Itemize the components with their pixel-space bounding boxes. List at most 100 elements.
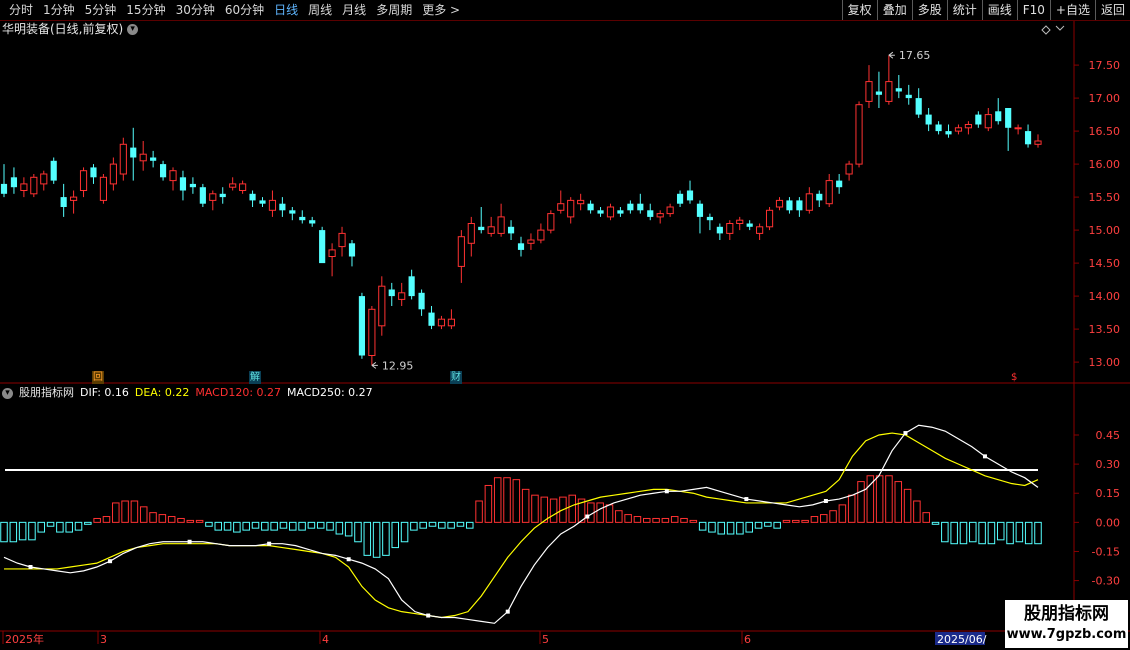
macd-bar xyxy=(93,517,101,523)
event-marker-1[interactable]: 解 xyxy=(249,371,261,384)
macd-bar xyxy=(167,516,176,523)
macd-bar xyxy=(9,521,18,543)
watermark: 股朋指标网 www.7gpzb.com xyxy=(1005,600,1128,648)
candle-body xyxy=(915,98,922,115)
candle-body xyxy=(816,193,823,201)
macd-bar xyxy=(130,500,139,523)
watermark-title: 股朋指标网 xyxy=(1024,604,1109,624)
macd-bar xyxy=(1006,521,1014,545)
macd-bar xyxy=(177,517,185,523)
candle-body xyxy=(975,114,982,125)
candle-body xyxy=(457,236,465,267)
macd-bar xyxy=(987,521,996,545)
stock-chart[interactable]: 13.00 13.50 14.00 14.50 15.00 15.50 16.00 16.50… xyxy=(0,0,1130,650)
macd-bar xyxy=(717,521,726,535)
event-marker-0[interactable]: 回 xyxy=(92,371,104,384)
macd-bar xyxy=(289,521,297,531)
macd-bar xyxy=(391,521,400,549)
macd-tick-label-2: 0.15 xyxy=(1096,487,1121,500)
candle-body xyxy=(845,163,853,175)
candle-body xyxy=(398,292,406,300)
macd-bar xyxy=(764,521,772,527)
candle-body xyxy=(109,163,117,185)
macd-bar xyxy=(456,521,465,527)
macd-bar xyxy=(838,504,847,523)
macd-bar xyxy=(84,521,92,525)
date-label-0: 2025年 xyxy=(5,632,44,646)
candle-body xyxy=(447,318,455,327)
event-marker-3[interactable]: $ xyxy=(1010,371,1018,384)
candle-body xyxy=(189,183,196,188)
candle-body xyxy=(20,183,28,191)
macd-bar xyxy=(959,521,968,545)
candle-body xyxy=(875,91,883,95)
macd-bar xyxy=(652,517,660,523)
candle-body xyxy=(746,223,753,227)
macd-bar xyxy=(261,521,269,531)
macd-tick-label-1: 0.30 xyxy=(1096,458,1121,471)
event-marker-2[interactable]: 财 xyxy=(450,371,462,384)
macd-bar xyxy=(74,521,83,531)
candle-body xyxy=(726,223,734,234)
candle-body xyxy=(119,143,127,175)
price-tick-label-1: 13.50 xyxy=(1089,323,1121,336)
candle-body xyxy=(527,239,535,244)
candle-body xyxy=(954,127,963,132)
price-tick-label-5: 15.50 xyxy=(1089,191,1121,204)
candle-body xyxy=(577,199,585,205)
candle-body xyxy=(169,170,177,182)
dif-line-dot xyxy=(426,613,431,618)
macd-bar xyxy=(782,519,791,523)
candle-body xyxy=(885,81,893,102)
candle-body xyxy=(825,180,833,205)
price-tick-label-8: 17.00 xyxy=(1089,92,1121,105)
date-label-4: 6 xyxy=(744,633,751,646)
macd-bar xyxy=(633,516,642,523)
dif-line-dot xyxy=(505,609,510,614)
dif-line-dot xyxy=(664,489,669,494)
candle-body xyxy=(478,226,485,231)
candle-body xyxy=(1005,108,1012,128)
max-price-label: 17.65 xyxy=(899,49,931,62)
date-highlight-label: 2025/06/ xyxy=(937,633,987,646)
candle-body xyxy=(289,210,296,214)
candle-body xyxy=(79,170,88,191)
macd-bar xyxy=(102,516,111,523)
macd-bar xyxy=(1015,521,1024,543)
macd-bar xyxy=(829,510,837,523)
candle-body xyxy=(348,243,356,257)
macd-bar xyxy=(792,519,800,523)
macd-bar xyxy=(642,517,651,523)
candle-body xyxy=(935,124,942,132)
macd-bar xyxy=(251,521,260,529)
macd-bar xyxy=(158,514,167,523)
macd-bar xyxy=(885,475,893,523)
macd-bar xyxy=(223,521,232,531)
macd-bar xyxy=(745,521,753,533)
candle-body xyxy=(229,183,237,188)
macd-tick-label-4: -0.15 xyxy=(1092,545,1120,558)
dif-line-dot xyxy=(346,557,351,562)
candle-body xyxy=(676,193,684,204)
candle-body xyxy=(796,200,803,211)
candle-body xyxy=(368,308,376,356)
candle-body xyxy=(507,226,515,234)
macd-bar xyxy=(28,521,36,541)
macd-bar xyxy=(605,504,614,523)
macd-bar xyxy=(372,521,381,558)
dif-line-dot xyxy=(187,539,192,544)
macd-bar xyxy=(801,519,809,523)
candle-body xyxy=(388,289,395,297)
macd-bar xyxy=(149,512,157,523)
macd-bar xyxy=(819,514,828,523)
macd-bar xyxy=(624,514,632,523)
macd-bar xyxy=(112,502,120,523)
macd-bar xyxy=(363,521,372,556)
candle-body xyxy=(567,199,575,218)
macd-bar xyxy=(810,516,819,523)
macd-bar xyxy=(894,481,903,523)
macd-bar xyxy=(1024,521,1033,545)
macd-bar xyxy=(354,521,362,543)
candle-body xyxy=(547,213,555,231)
macd-bar xyxy=(233,521,241,533)
